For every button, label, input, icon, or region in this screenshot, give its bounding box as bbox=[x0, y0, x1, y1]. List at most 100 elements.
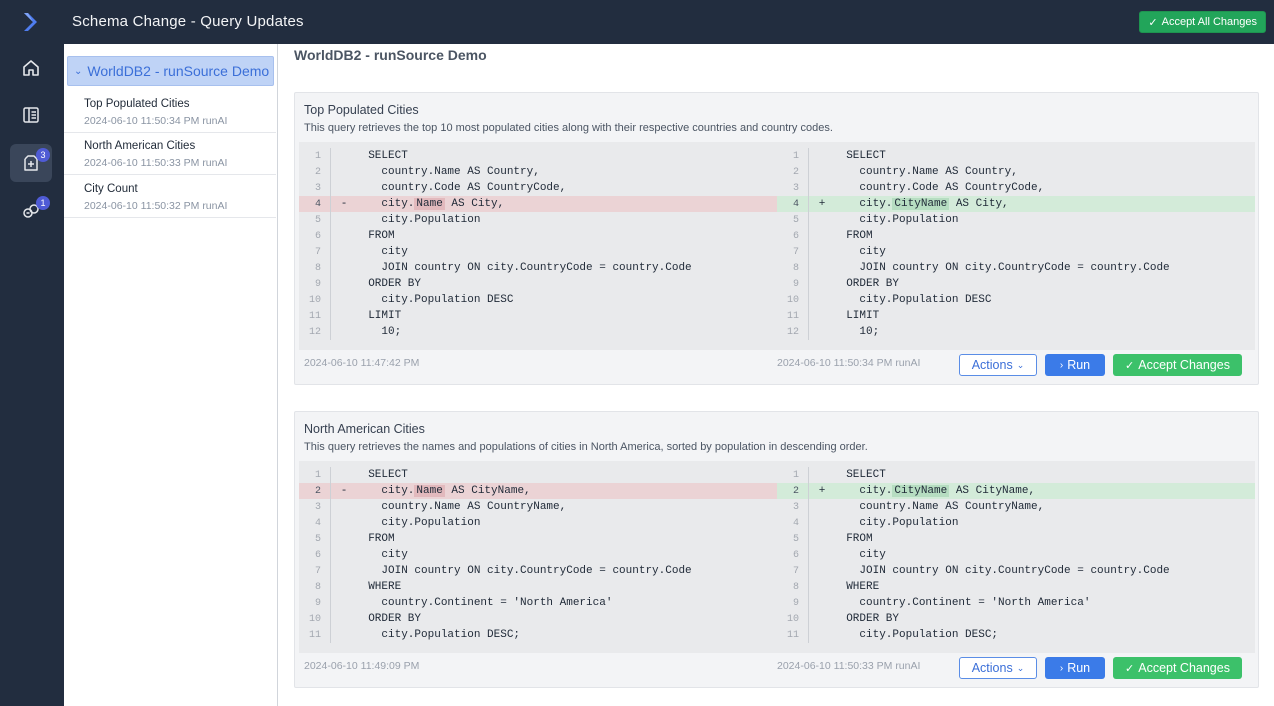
actions-dropdown-button[interactable]: Actions ⌄ bbox=[959, 657, 1037, 679]
diff-line: 5 FROM bbox=[299, 531, 777, 547]
code-text: country.Code AS CountryCode, bbox=[833, 182, 1045, 194]
code-text: WHERE bbox=[355, 581, 402, 593]
line-number: 10 bbox=[786, 294, 799, 306]
line-number: 7 bbox=[792, 565, 799, 577]
diff-pane-updated: 1 SELECT 2 country.Name AS Country, 3 coun… bbox=[777, 148, 1255, 340]
sidebar-item-north-american-cities[interactable]: North American Cities 2024-06-10 11:50:3… bbox=[64, 132, 276, 175]
line-number: 2 bbox=[314, 485, 321, 497]
accept-changes-button[interactable]: ✓ Accept Changes bbox=[1113, 354, 1242, 376]
sidebar-item-author: runAI bbox=[202, 115, 228, 127]
run-button[interactable]: › Run bbox=[1045, 657, 1105, 679]
run-button[interactable]: › Run bbox=[1045, 354, 1105, 376]
code-segment: AS CityName, bbox=[444, 485, 531, 497]
sidebar-group-header[interactable]: ⌄ WorldDB2 - runSource Demo bbox=[67, 56, 274, 86]
rail-home-button[interactable] bbox=[10, 49, 52, 87]
diff-line: 8 JOIN country ON city.CountryCode = cou… bbox=[777, 260, 1255, 276]
code-text: SELECT bbox=[355, 150, 408, 162]
diff-line: 12 10; bbox=[299, 324, 777, 340]
diff-line: 7 JOIN country ON city.CountryCode = cou… bbox=[777, 563, 1255, 579]
gutter-divider bbox=[330, 260, 331, 276]
line-number: 7 bbox=[792, 246, 799, 258]
code-text: city.Population DESC; bbox=[355, 629, 521, 641]
code-text: JOIN country ON city.CountryCode = count… bbox=[355, 262, 692, 274]
gutter-divider bbox=[330, 212, 331, 228]
code-text: city. CityName AS CityName, bbox=[833, 485, 1035, 497]
diff-line: 11 LIMIT bbox=[777, 308, 1255, 324]
gutter-divider bbox=[330, 228, 331, 244]
diff-line: 5 city.Population bbox=[777, 212, 1255, 228]
sidebar-item-city-count[interactable]: City Count 2024-06-10 11:50:32 PM runAI bbox=[64, 175, 276, 218]
line-number: 10 bbox=[308, 294, 321, 306]
app-logo-icon[interactable] bbox=[22, 12, 40, 32]
chevron-down-icon: ⌄ bbox=[1016, 662, 1025, 673]
gutter-divider bbox=[808, 483, 809, 499]
line-number: 12 bbox=[786, 326, 799, 338]
diff-viewer: 1 SELECT 2 country.Name AS Country, 3 coun… bbox=[299, 142, 1255, 350]
line-number: 4 bbox=[792, 198, 799, 210]
line-number: 8 bbox=[314, 262, 321, 274]
code-text: ORDER BY bbox=[833, 613, 900, 625]
code-text: ORDER BY bbox=[355, 278, 422, 290]
rail-query-updates-button[interactable]: 3 bbox=[10, 144, 52, 182]
gutter-divider bbox=[808, 196, 809, 212]
line-number: 1 bbox=[792, 150, 799, 162]
code-segment: AS City, bbox=[444, 198, 505, 210]
line-number: 7 bbox=[314, 246, 321, 258]
rail-notebook-button[interactable] bbox=[10, 96, 52, 134]
line-number: 5 bbox=[314, 214, 321, 226]
icon-rail: 3 1 bbox=[0, 44, 64, 706]
code-segment: AS CityName, bbox=[949, 485, 1036, 497]
code-text: country.Name AS Country, bbox=[833, 166, 1018, 178]
code-text: SELECT bbox=[355, 469, 408, 481]
rail-linked-items-button[interactable]: 1 bbox=[10, 192, 52, 230]
gutter-divider bbox=[808, 467, 809, 483]
sidebar-item-author: runAI bbox=[202, 200, 228, 212]
gutter-divider bbox=[808, 563, 809, 579]
query-card-title: North American Cities bbox=[304, 422, 425, 436]
diff-marker: - bbox=[340, 198, 348, 210]
diff-line: 4 city.Population bbox=[777, 515, 1255, 531]
sidebar-item-top-populated-cities[interactable]: Top Populated Cities 2024-06-10 11:50:34… bbox=[64, 90, 276, 133]
actions-dropdown-button[interactable]: Actions ⌄ bbox=[959, 354, 1037, 376]
sidebar: ⌄ WorldDB2 - runSource Demo Top Populate… bbox=[64, 44, 278, 706]
code-segment: AS City, bbox=[949, 198, 1009, 210]
changed-token: CityName bbox=[892, 198, 950, 210]
chevron-right-icon: › bbox=[1059, 359, 1064, 371]
gutter-divider bbox=[808, 260, 809, 276]
notebook-icon bbox=[23, 107, 39, 123]
diff-line-added: 2 + city. CityName AS CityName, bbox=[777, 483, 1255, 499]
code-text: city bbox=[355, 549, 408, 561]
diff-line: 4 city.Population bbox=[299, 515, 777, 531]
diff-line: 11 city.Population DESC; bbox=[299, 627, 777, 643]
code-text: LIMIT bbox=[833, 310, 880, 322]
line-number: 11 bbox=[308, 310, 321, 322]
sidebar-group-label: WorldDB2 - runSource Demo bbox=[87, 63, 270, 79]
chevron-right-icon: › bbox=[1059, 662, 1064, 674]
code-text: city. Name AS City, bbox=[355, 198, 504, 210]
line-number: 9 bbox=[314, 597, 321, 609]
run-label: Run bbox=[1067, 358, 1091, 372]
notification-badge: 3 bbox=[36, 148, 50, 162]
accept-changes-button[interactable]: ✓ Accept Changes bbox=[1113, 657, 1242, 679]
gutter-divider bbox=[808, 547, 809, 563]
query-card-description: This query retrieves the top 10 most pop… bbox=[304, 122, 833, 134]
updated-author: runAI bbox=[895, 660, 921, 672]
line-number: 4 bbox=[314, 198, 321, 210]
diff-line: 1 SELECT bbox=[299, 148, 777, 164]
gutter-divider bbox=[808, 164, 809, 180]
code-text: city.Population bbox=[355, 517, 481, 529]
gutter-divider bbox=[330, 595, 331, 611]
sidebar-item-name: Top Populated Cities bbox=[84, 98, 190, 110]
updated-meta: 2024-06-10 11:50:33 PM runAI bbox=[777, 660, 920, 672]
diff-pane-updated: 1 SELECT 2 + city. CityName AS CityName, 3 c… bbox=[777, 467, 1255, 643]
gutter-divider bbox=[330, 324, 331, 340]
diff-line: 10 ORDER BY bbox=[299, 611, 777, 627]
gutter-divider bbox=[330, 627, 331, 643]
line-number: 9 bbox=[314, 278, 321, 290]
accept-all-changes-button[interactable]: ✓ Accept All Changes bbox=[1139, 11, 1266, 33]
code-text: JOIN country ON city.CountryCode = count… bbox=[833, 565, 1170, 577]
query-card: Top Populated Cities This query retrieve… bbox=[294, 92, 1259, 385]
sidebar-item-author: runAI bbox=[202, 157, 228, 169]
code-text: country.Name AS Country, bbox=[355, 166, 540, 178]
line-number: 2 bbox=[314, 166, 321, 178]
